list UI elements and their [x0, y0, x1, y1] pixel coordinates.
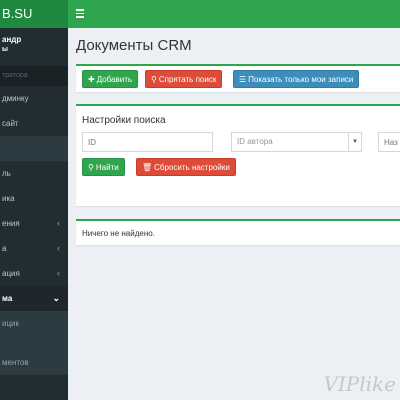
page-title: Документы CRM: [76, 37, 192, 54]
toolbar-box: ✚ Добавить ⚲ Спрятать поиск ☰ Показать толь…: [76, 64, 400, 92]
hamburger-icon[interactable]: [76, 9, 84, 18]
search-icon: ⚲: [88, 163, 94, 172]
caret-down-icon: ▼: [348, 133, 361, 151]
results-box: Ничего не найдено.: [76, 219, 400, 245]
sidebar-item-a[interactable]: а ‹: [0, 236, 68, 261]
sidebar-item-label: сайт: [2, 119, 19, 128]
search-icon: ⚲: [151, 75, 157, 84]
sidebar-item-label: ментов: [2, 358, 29, 367]
trash-icon: 🗑: [142, 163, 153, 172]
list-icon: ☰: [239, 75, 247, 84]
add-button[interactable]: ✚ Добавить: [82, 70, 139, 88]
sidebar-subitem-documents[interactable]: ментов: [0, 350, 68, 375]
chevron-left-icon: ‹: [57, 268, 60, 278]
sidebar-item-label: ения: [2, 219, 20, 228]
author-id-select[interactable]: ID автора ▼: [231, 132, 362, 152]
plus-icon: ✚: [88, 75, 95, 84]
sidebar-item-stats[interactable]: ика: [0, 186, 68, 211]
empty-results-message: Ничего не найдено.: [82, 229, 155, 238]
chevron-left-icon: ‹: [57, 243, 60, 253]
sidebar-item-label: ль: [2, 169, 11, 178]
chevron-down-icon: ⌄: [52, 293, 60, 303]
author-id-placeholder: ID автора: [237, 137, 273, 146]
logo[interactable]: B.SU: [0, 0, 68, 28]
sidebar-item-settings[interactable]: ения ‹: [0, 211, 68, 236]
user-role: ы: [2, 46, 8, 53]
sidebar-item-label: а: [2, 244, 7, 253]
user-panel: андр ы: [0, 28, 68, 66]
chevron-left-icon: ‹: [57, 218, 60, 228]
reset-button[interactable]: 🗑 Сбросить настройки: [136, 158, 236, 176]
sidebar: B.SU андр ы тратора дминку сайт ль ика е…: [0, 0, 68, 400]
hide-search-button[interactable]: ⚲ Спрятать поиск: [145, 70, 223, 88]
sidebar-header: тратора: [0, 66, 68, 86]
sidebar-subitem-1[interactable]: ицик: [0, 311, 68, 336]
find-button-label: Найти: [95, 163, 119, 172]
reset-button-label: Сбросить настройки: [154, 163, 230, 172]
sidebar-spacer: [0, 336, 68, 350]
hide-search-label: Спрятать поиск: [158, 75, 217, 84]
id-input[interactable]: [82, 132, 213, 152]
sidebar-item-admin[interactable]: дминку: [0, 86, 68, 111]
search-settings-title: Настройки поиска: [82, 115, 166, 126]
find-button[interactable]: ⚲ Найти: [82, 158, 125, 176]
sidebar-item-label: ация: [2, 269, 20, 278]
name-input[interactable]: [378, 132, 400, 152]
sidebar-item-highlighted[interactable]: [0, 136, 68, 161]
sidebar-item-site[interactable]: сайт: [0, 111, 68, 136]
sidebar-item-label: дминку: [2, 94, 29, 103]
show-mine-label: Показать только мои записи: [248, 75, 354, 84]
sidebar-item-system[interactable]: ма ⌄: [0, 286, 68, 311]
sidebar-item-nav[interactable]: ация ‹: [0, 261, 68, 286]
content-area: Документы CRM ✚ Добавить ⚲ Спрятать поиск …: [68, 28, 400, 400]
watermark: VIPlike: [323, 372, 396, 396]
sidebar-item-profile[interactable]: ль: [0, 161, 68, 186]
search-settings-box: Настройки поиска ID автора ▼ ⚲Найти 🗑Сбр…: [76, 104, 400, 206]
sidebar-item-label: ика: [2, 194, 15, 203]
sidebar-item-label: ма: [2, 294, 13, 303]
add-button-label: Добавить: [96, 75, 133, 84]
user-name: андр: [2, 35, 22, 44]
show-mine-button[interactable]: ☰ Показать только мои записи: [233, 70, 360, 88]
sidebar-item-label: ицик: [2, 319, 20, 328]
topbar: [68, 0, 400, 28]
